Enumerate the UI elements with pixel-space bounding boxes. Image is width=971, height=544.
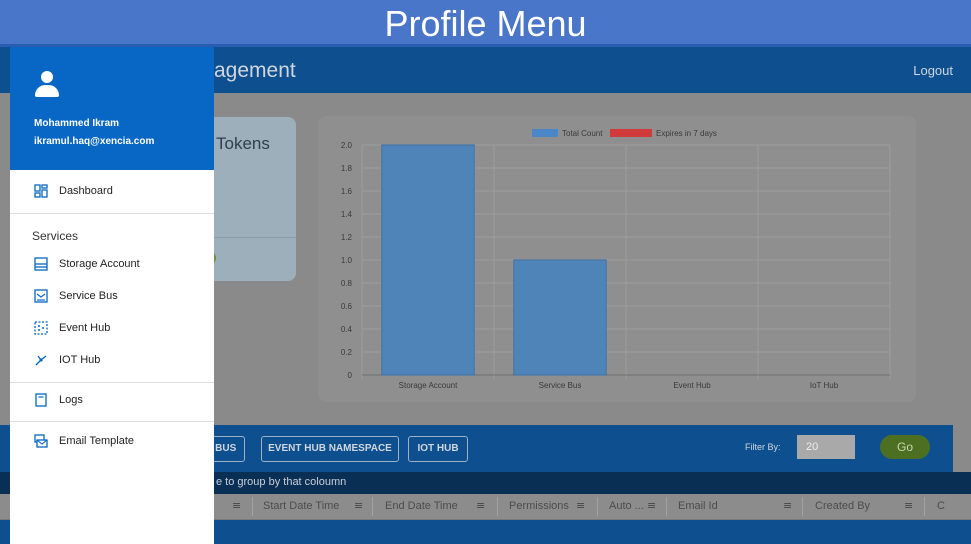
y-tick-label: 1.4 [341,210,353,219]
nav-item-storage-account[interactable]: Storage Account [34,255,204,275]
filter-icon[interactable]: ≡ [647,499,656,512]
column-separator [497,497,498,516]
y-tick-label: 0.8 [341,279,353,288]
avatar-body [35,85,59,97]
nav-item-iot-hub[interactable]: IOT Hub [34,351,204,371]
storage-icon [34,257,48,271]
logs-icon [35,393,47,407]
group-by-hint: e to group by that coloumn [216,476,347,488]
column-auto[interactable]: Auto ... [609,500,644,512]
go-button[interactable]: Go [880,435,930,459]
column-start-date-time[interactable]: Start Date Time [263,500,339,512]
nav-label-email-template: Email Template [59,435,134,447]
profile-drawer: Mohammed Ikram ikramul.haq@xencia.com Da… [10,47,214,544]
profile-menu-banner: Profile Menu [0,0,971,47]
iot-hub-icon [35,355,47,366]
event-hub-namespace-button[interactable]: EVENT HUB NAMESPACE [261,436,399,462]
bar-storage-account [381,144,475,376]
banner-title: Profile Menu [384,3,587,44]
x-tick-label: IoT Hub [810,381,839,390]
column-end-date-time[interactable]: End Date Time [385,500,458,512]
legend-swatch [610,129,652,137]
filter-input[interactable] [797,435,855,459]
tokens-card-title: Tokens [216,134,270,153]
nav-item-event-hub[interactable]: Event Hub [34,319,204,339]
y-tick-label: 2.0 [341,141,353,150]
drawer-divider [10,421,214,422]
x-tick-label: Storage Account [399,381,458,390]
nav-label-iot-hub: IOT Hub [59,354,101,366]
avatar-head [41,71,53,83]
column-separator [597,497,598,516]
column-separator [924,497,925,516]
filter-icon[interactable]: ≡ [904,499,913,512]
user-name: Mohammed Ikram [34,118,120,129]
column-c[interactable]: C [937,500,945,512]
column-separator [666,497,667,516]
filter-label: Filter By: [745,442,781,452]
logout-link[interactable]: Logout [913,63,953,78]
email-template-icon [34,434,48,448]
event-hub-icon [34,321,48,335]
y-tick-label: 0.4 [341,325,353,334]
nav-label-service-bus: Service Bus [59,290,118,302]
filter-icon[interactable]: ≡ [576,499,585,512]
x-tick-label: Service Bus [539,381,582,390]
column-separator [252,497,253,516]
drawer-divider [10,213,214,214]
bar-service-bus [513,259,607,376]
column-created-by[interactable]: Created By [815,500,870,512]
filter-icon[interactable]: ≡ [783,499,792,512]
y-tick-label: 1.0 [341,256,353,265]
nav-label-storage-account: Storage Account [59,258,140,270]
iot-hub-button[interactable]: IOT HUB [408,436,468,462]
y-tick-label: 0 [348,371,353,380]
y-tick-label: 1.2 [341,233,353,242]
nav-item-logs[interactable]: Logs [34,391,204,411]
legend-swatch [532,129,558,137]
x-tick-label: Event Hub [673,381,711,390]
column-separator [372,497,373,516]
chart-legend: Total Count Expires in 7 days [532,129,717,138]
nav-item-dashboard[interactable]: Dashboard [34,182,204,202]
nav-label-event-hub: Event Hub [59,322,111,334]
nav-item-service-bus[interactable]: Service Bus [34,287,204,307]
filter-icon[interactable]: ≡ [354,499,363,512]
nav-label-dashboard: Dashboard [59,185,113,197]
token-chart-card: 0 0.2 0.4 0.6 0.8 1.0 1.2 1.4 1.6 1.8 2.0 Storage A… [318,116,916,402]
column-separator [802,497,803,516]
legend-label: Expires in 7 days [656,129,717,138]
y-tick-label: 0.6 [341,302,353,311]
nav-label-logs: Logs [59,394,83,406]
y-tick-label: 1.6 [341,187,353,196]
y-tick-label: 0.2 [341,348,353,357]
profile-header: Mohammed Ikram ikramul.haq@xencia.com [10,47,214,170]
services-heading: Services [32,229,79,243]
user-email: ikramul.haq@xencia.com [34,136,155,147]
token-bar-chart: 0 0.2 0.4 0.6 0.8 1.0 1.2 1.4 1.6 1.8 2.0 Storage A… [341,129,891,390]
filter-icon[interactable]: ≡ [232,499,241,512]
y-tick-label: 1.8 [341,164,353,173]
app-title: agement [214,59,296,82]
drawer-divider [10,382,214,383]
legend-label: Total Count [562,129,603,138]
filter-icon[interactable]: ≡ [476,499,485,512]
user-avatar-icon [35,71,59,99]
column-permissions[interactable]: Permissions [509,500,569,512]
column-email-id[interactable]: Email Id [678,500,718,512]
dashboard-icon [34,184,48,198]
nav-item-email-template[interactable]: Email Template [34,432,204,452]
service-bus-icon [34,289,48,303]
